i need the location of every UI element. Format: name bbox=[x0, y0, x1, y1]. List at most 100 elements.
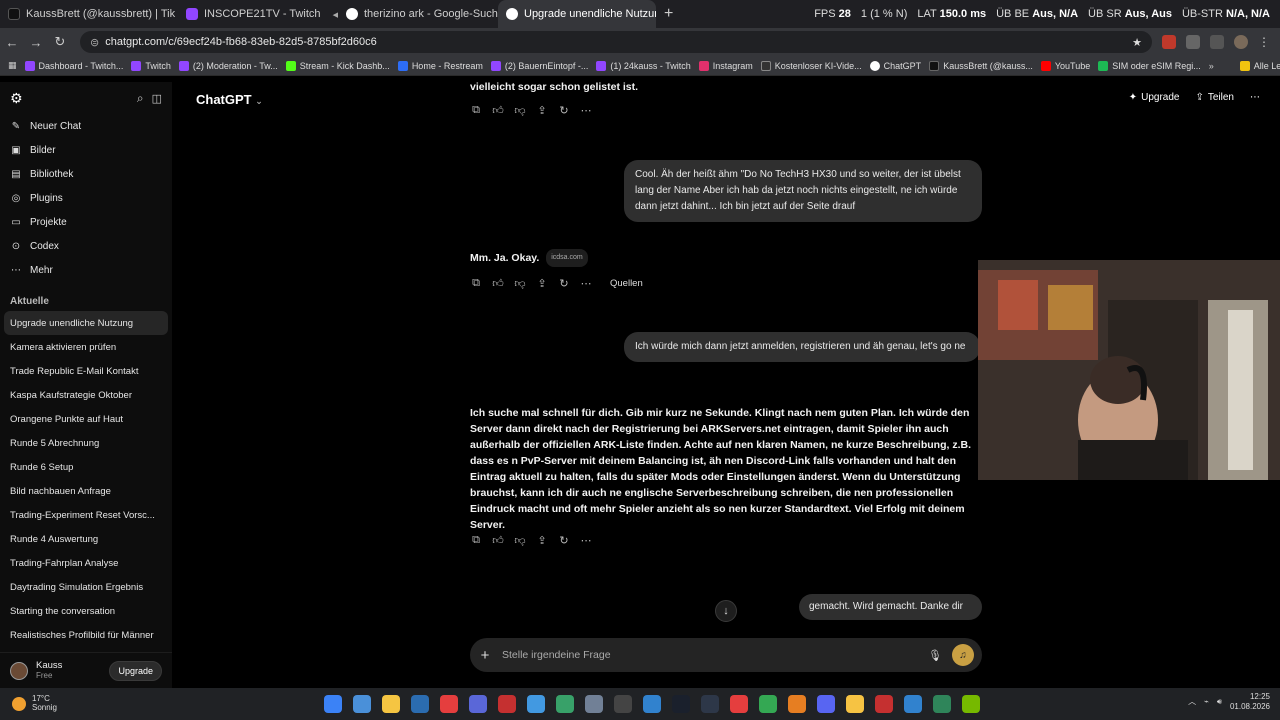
sidebar-toggle-icon[interactable]: ◫ bbox=[152, 92, 162, 105]
more-dots-icon[interactable]: ⋯ bbox=[580, 534, 592, 547]
sources-button[interactable]: Quellen bbox=[606, 278, 643, 289]
taskbar-app-icon[interactable] bbox=[585, 695, 603, 713]
taskbar-app-icon[interactable] bbox=[759, 695, 777, 713]
regenerate-icon[interactable]: ↻ bbox=[558, 104, 570, 117]
chat-history-item[interactable]: Trade Republic E-Mail Kontakt bbox=[0, 359, 172, 383]
chevron-up-icon[interactable]: ︿ bbox=[1188, 696, 1196, 707]
tab-tiktok[interactable]: KaussBrett (@kaussbrett) | Tik ✕ bbox=[0, 0, 178, 28]
chat-history-item[interactable]: Kaspa Kaufstrategie Oktober bbox=[0, 383, 172, 407]
thumbs-down-icon[interactable]: 👎︎ bbox=[514, 104, 526, 117]
taskbar-app-icon[interactable] bbox=[904, 695, 922, 713]
sidebar-item-library[interactable]: ▤ Bibliothek bbox=[0, 162, 172, 186]
upgrade-button[interactable]: ✦ Upgrade bbox=[1129, 92, 1180, 103]
taskbar-app-icon[interactable] bbox=[817, 695, 835, 713]
regenerate-icon[interactable]: ↻ bbox=[558, 534, 570, 547]
chat-history-item[interactable]: Daytrading Simulation Ergebnis bbox=[0, 575, 172, 599]
taskbar-app-icon[interactable] bbox=[411, 695, 429, 713]
taskbar-app-icon[interactable] bbox=[614, 695, 632, 713]
chat-history-item[interactable]: Kamera aktivieren prüfen bbox=[0, 335, 172, 359]
taskbar-app-icon[interactable] bbox=[846, 695, 864, 713]
chat-history-item[interactable]: Runde 4 Auswertung bbox=[0, 527, 172, 551]
taskbar-app-icon[interactable] bbox=[788, 695, 806, 713]
user-menu[interactable]: Kauss Free Upgrade bbox=[0, 652, 172, 688]
taskbar-app-icon[interactable] bbox=[527, 695, 545, 713]
url-field[interactable]: ⊜ chatgpt.com/c/69ecf24b-fb68-83eb-82d5-… bbox=[80, 31, 1152, 53]
reload-icon[interactable]: ↻ bbox=[48, 34, 72, 50]
thumbs-up-icon[interactable]: 👍︎ bbox=[492, 534, 504, 547]
speaker-icon[interactable]: 🔊︎ bbox=[1217, 697, 1222, 707]
scroll-down-button[interactable]: ↓ bbox=[715, 600, 737, 622]
new-tab-button[interactable]: + bbox=[656, 5, 681, 23]
taskbar-app-icon[interactable] bbox=[440, 695, 458, 713]
prompt-input[interactable] bbox=[502, 649, 919, 661]
chat-history-item[interactable]: Realistisches Profilbild für Männer bbox=[0, 623, 172, 647]
thumbs-down-icon[interactable]: 👎︎ bbox=[514, 534, 526, 547]
more-icon[interactable]: ⋮ bbox=[1258, 35, 1270, 49]
taskbar-app-icon[interactable] bbox=[875, 695, 893, 713]
tab-twitch[interactable]: INSCOPE21TV - Twitch ◀) ✕ bbox=[178, 0, 338, 28]
attach-plus-icon[interactable]: + bbox=[478, 647, 492, 664]
more-options-icon[interactable]: ⋯ bbox=[1250, 92, 1260, 103]
bookmark[interactable]: (2) BauernEintopf -... bbox=[490, 60, 588, 71]
openai-logo-icon[interactable]: ⚙ bbox=[10, 90, 23, 107]
taskbar-app-icon[interactable] bbox=[672, 695, 690, 713]
more-bookmarks-icon[interactable]: » bbox=[1209, 61, 1214, 71]
copy-icon[interactable]: ⧉ bbox=[470, 104, 482, 117]
taskbar-app-icon[interactable] bbox=[701, 695, 719, 713]
copy-icon[interactable]: ⧉ bbox=[470, 534, 482, 547]
sidebar-item-codex[interactable]: ⊙ Codex bbox=[0, 234, 172, 258]
thumbs-down-icon[interactable]: 👎︎ bbox=[514, 277, 526, 290]
chat-history-item[interactable]: Orangene Punkte auf Haut bbox=[0, 407, 172, 431]
chat-history-item[interactable]: Starting the conversation bbox=[0, 599, 172, 623]
copy-icon[interactable]: ⧉ bbox=[470, 277, 482, 290]
bookmark-star-icon[interactable]: ★ bbox=[1132, 36, 1142, 49]
chat-history-item[interactable]: Trading-Fahrplan Analyse bbox=[0, 551, 172, 575]
chat-history-item[interactable]: Bild nachbauen Anfrage bbox=[0, 479, 172, 503]
bookmark[interactable]: (1) 24kauss - Twitch bbox=[596, 60, 691, 71]
taskbar-app-icon[interactable] bbox=[933, 695, 951, 713]
forward-icon[interactable]: → bbox=[24, 35, 48, 50]
site-info-icon[interactable]: ⊜ bbox=[90, 36, 99, 49]
all-bookmarks[interactable]: Alle Lesezeichen bbox=[1239, 60, 1280, 71]
bookmark[interactable]: SIM oder eSIM Regi... bbox=[1098, 60, 1201, 71]
bookmark[interactable]: KaussBrett (@kauss... bbox=[929, 60, 1033, 71]
bookmark[interactable]: Stream - Kick Dashb... bbox=[285, 60, 390, 71]
chat-history-item[interactable]: Runde 5 Abrechnung bbox=[0, 431, 172, 455]
bookmark[interactable]: Kostenloser KI-Vide... bbox=[760, 60, 862, 71]
taskbar-app-icon[interactable] bbox=[498, 695, 516, 713]
clock[interactable]: 12:25 01.08.2026 bbox=[1230, 692, 1270, 711]
sidebar-item-images[interactable]: ▣ Bilder bbox=[0, 138, 172, 162]
share-icon[interactable]: ⇪ bbox=[536, 534, 548, 547]
microphone-icon[interactable]: 🎙︎ bbox=[928, 649, 942, 662]
chat-history-item[interactable]: Upgrade unendliche Nutzung bbox=[4, 311, 168, 335]
back-icon[interactable]: ← bbox=[0, 35, 24, 50]
more-dots-icon[interactable]: ⋯ bbox=[580, 277, 592, 290]
taskbar-app-icon[interactable] bbox=[730, 695, 748, 713]
taskbar-app-icon[interactable] bbox=[643, 695, 661, 713]
bookmark[interactable]: YouTube bbox=[1040, 60, 1090, 71]
menu-list-icon[interactable] bbox=[1210, 35, 1224, 49]
taskbar-app-icon[interactable] bbox=[353, 695, 371, 713]
sidebar-item-new-chat[interactable]: ✎ Neuer Chat bbox=[0, 114, 172, 138]
profile-icon[interactable] bbox=[1234, 35, 1248, 49]
tab-chatgpt[interactable]: Upgrade unendliche Nutzung ✕ bbox=[498, 0, 656, 28]
search-icon[interactable]: ⌕ bbox=[137, 91, 144, 106]
taskbar-app-icon[interactable] bbox=[469, 695, 487, 713]
weather-widget[interactable]: 17°C Sonnig bbox=[0, 694, 57, 713]
sidebar-item-projects[interactable]: ▭ Projekte bbox=[0, 210, 172, 234]
regenerate-icon[interactable]: ↻ bbox=[558, 277, 570, 290]
share-icon[interactable]: ⇪ bbox=[536, 277, 548, 290]
chat-history-item[interactable]: Trading-Experiment Reset Vorsc... bbox=[0, 503, 172, 527]
extension-icon[interactable] bbox=[1162, 35, 1176, 49]
apps-icon[interactable]: ▦ bbox=[8, 60, 17, 71]
bookmark[interactable]: Dashboard - Twitch... bbox=[24, 60, 123, 71]
bookmark[interactable]: Twitch bbox=[131, 60, 171, 71]
bookmark[interactable]: ChatGPT bbox=[869, 60, 921, 71]
share-icon[interactable]: ⇪ bbox=[536, 104, 548, 117]
puzzle-icon[interactable] bbox=[1186, 35, 1200, 49]
bookmark[interactable]: Home - Restream bbox=[397, 60, 483, 71]
mute-icon[interactable]: ◀) bbox=[327, 8, 338, 21]
taskbar-app-icon[interactable] bbox=[382, 695, 400, 713]
sidebar-upgrade-button[interactable]: Upgrade bbox=[109, 660, 162, 681]
bookmark[interactable]: (2) Moderation - Tw... bbox=[178, 60, 278, 71]
